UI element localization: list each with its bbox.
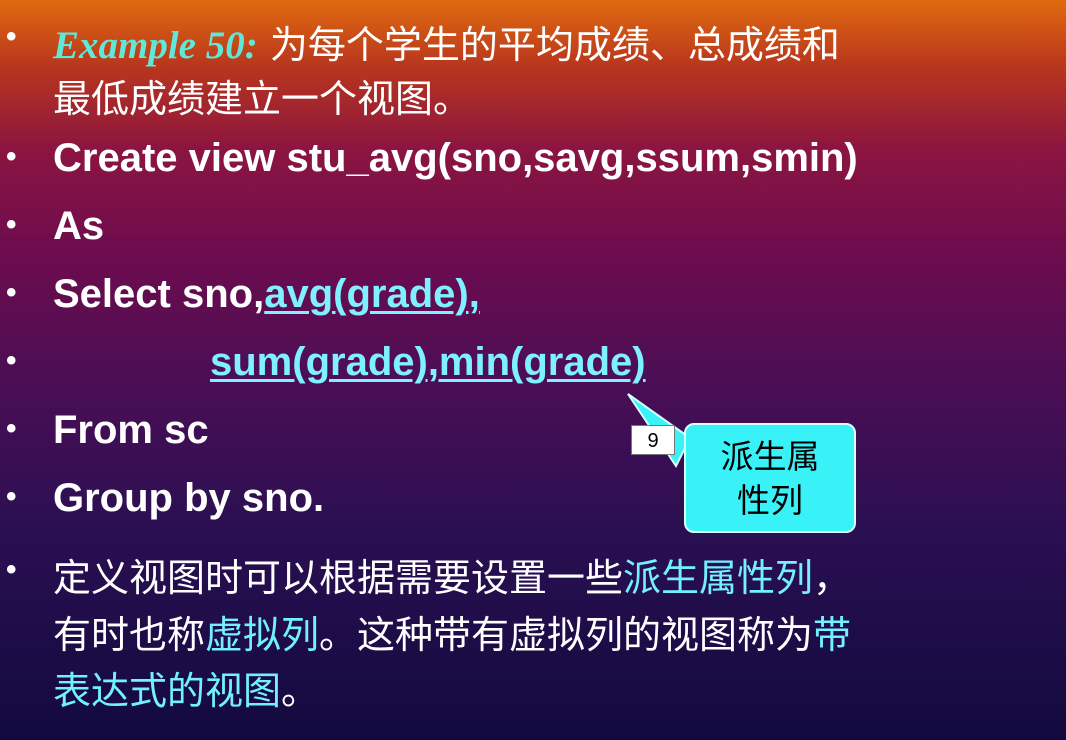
slide-number: 9 [631, 425, 675, 455]
callout-derived-column: 派生属 性列 [684, 423, 856, 533]
slide: • Example 50: 为每个学生的平均成绩、总成绩和 最低成绩建立一个视图… [0, 0, 1066, 740]
callout-line-2: 性列 [737, 481, 803, 520]
callout-line-1: 派生属 [720, 437, 820, 476]
callout-pointer [627, 393, 692, 468]
